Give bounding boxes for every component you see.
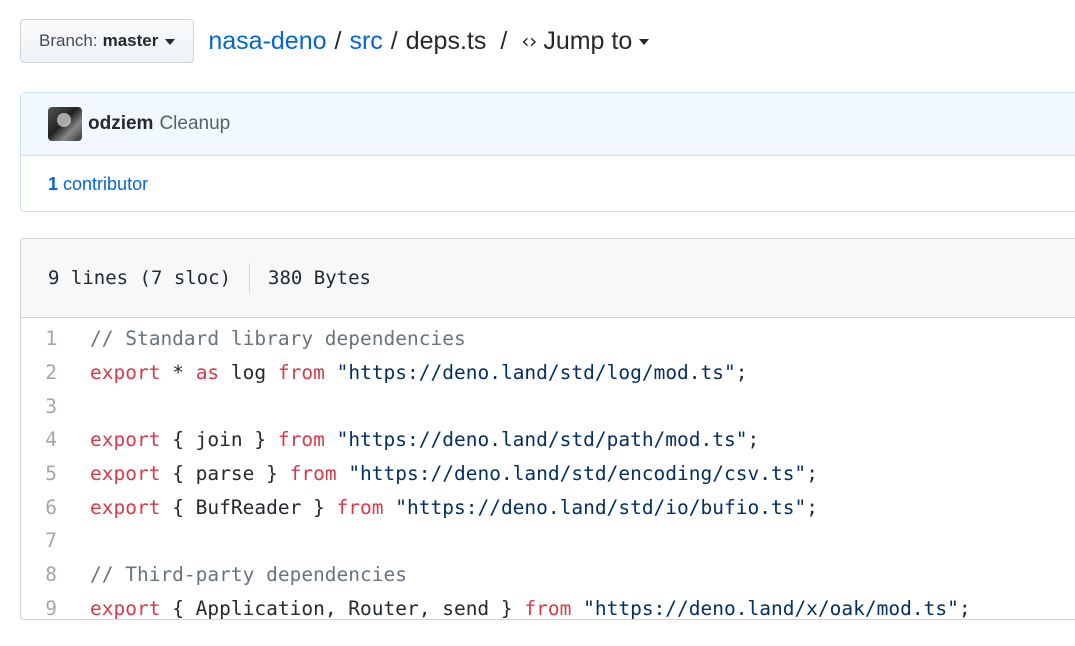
file-viewer: 9 lines (7 sloc) 380 Bytes 1 // Standard… — [20, 238, 1075, 620]
breadcrumb-file-name: deps.ts — [405, 26, 487, 55]
line-number[interactable]: 3 — [21, 395, 90, 418]
code-line: 9 export { Application, Router, send } f… — [21, 592, 1075, 620]
file-size: 380 Bytes — [268, 267, 371, 289]
file-line-count: 9 lines (7 sloc) — [48, 267, 232, 289]
code-line: 4 export { join } from "https://deno.lan… — [21, 423, 1075, 457]
code-string: "https://deno.land/std/encoding/csv.ts" — [348, 462, 807, 486]
code-keyword: export — [90, 428, 161, 452]
jump-to-label: Jump to — [543, 26, 633, 55]
contributors-label: contributor — [63, 173, 149, 194]
line-number[interactable]: 7 — [21, 529, 90, 552]
branch-name: master — [102, 31, 159, 50]
code-keyword: export — [90, 495, 161, 519]
code-line: 5 export { parse } from "https://deno.la… — [21, 457, 1075, 491]
file-info-divider — [249, 263, 251, 293]
breadcrumb-dir-link[interactable]: src — [349, 27, 382, 56]
code-keyword: export — [90, 596, 161, 620]
code-view: 1 // Standard library dependencies 2 exp… — [21, 318, 1075, 620]
latest-commit-row: odziem Cleanup — [21, 93, 1075, 156]
line-number[interactable]: 2 — [21, 361, 90, 384]
breadcrumb-separator: / — [390, 26, 398, 55]
code-text: ; — [735, 361, 748, 385]
avatar[interactable] — [48, 107, 82, 141]
code-text: ; — [806, 495, 818, 519]
contributors-count: 1 — [48, 173, 59, 194]
code-line: 1 // Standard library dependencies — [21, 322, 1075, 356]
code-line: 3 — [21, 389, 1075, 423]
code-text: ; — [806, 462, 818, 486]
code-line: 7 — [21, 524, 1075, 558]
code-string: "https://deno.land/std/log/mod.ts" — [336, 361, 736, 385]
code-text: { join } — [160, 428, 278, 452]
code-text: { Application, Router, send } — [160, 596, 525, 620]
code-line: 2 export * as log from "https://deno.lan… — [21, 356, 1075, 390]
file-navigation: Branch: master nasa-deno / src / deps.ts… — [20, 17, 650, 65]
code-line: 8 // Third-party dependencies — [21, 558, 1075, 592]
code-keyword: from — [336, 495, 384, 519]
line-number[interactable]: 1 — [21, 327, 90, 350]
code-line: 6 export { BufReader } from "https://den… — [21, 490, 1075, 524]
commit-tease: odziem Cleanup 1 contributor — [20, 92, 1075, 212]
line-number[interactable]: 6 — [21, 496, 90, 519]
breadcrumb: nasa-deno / src / deps.ts / ‹› Jump to — [208, 26, 650, 56]
code-keyword: export — [90, 361, 161, 385]
branch-label: Branch: — [39, 31, 98, 50]
line-number[interactable]: 4 — [21, 428, 90, 451]
code-keyword: from — [524, 596, 572, 620]
code-comment: // Standard library dependencies — [90, 327, 466, 351]
code-keyword: as — [195, 361, 220, 385]
branch-select-button[interactable]: Branch: master — [20, 19, 195, 63]
code-keyword: from — [277, 361, 325, 385]
line-number[interactable]: 8 — [21, 563, 90, 586]
code-string: "https://deno.land/std/io/bufio.ts" — [395, 495, 807, 519]
code-string: "https://deno.land/x/oak/mod.ts" — [583, 596, 959, 620]
code-keyword: from — [277, 428, 325, 452]
code-comment: // Third-party dependencies — [90, 563, 407, 587]
breadcrumb-repo-link[interactable]: nasa-deno — [208, 27, 326, 56]
file-info-bar: 9 lines (7 sloc) 380 Bytes — [21, 239, 1075, 318]
code-text: { BufReader } — [160, 495, 337, 519]
jump-to-button[interactable]: ‹› Jump to — [521, 26, 650, 56]
code-keyword: from — [289, 462, 337, 486]
code-keyword: export — [90, 462, 161, 486]
code-text: ; — [958, 596, 971, 620]
commit-message-link[interactable]: Cleanup — [159, 113, 230, 135]
caret-down-icon — [639, 39, 650, 45]
line-number[interactable]: 9 — [21, 597, 90, 619]
code-string: "https://deno.land/std/path/mod.ts" — [336, 428, 748, 452]
code-text: * — [160, 361, 196, 385]
code-text: log — [219, 361, 278, 385]
code-text: { parse } — [160, 462, 290, 486]
contributors-row: 1 contributor — [21, 156, 1075, 212]
breadcrumb-separator: / — [500, 26, 508, 55]
breadcrumb-separator: / — [334, 26, 342, 55]
code-icon: ‹› — [521, 29, 538, 53]
contributors-link[interactable]: 1 contributor — [48, 174, 148, 195]
line-number[interactable]: 5 — [21, 462, 90, 485]
code-text: ; — [747, 428, 760, 452]
caret-down-icon — [165, 39, 176, 45]
commit-author-link[interactable]: odziem — [88, 113, 153, 135]
